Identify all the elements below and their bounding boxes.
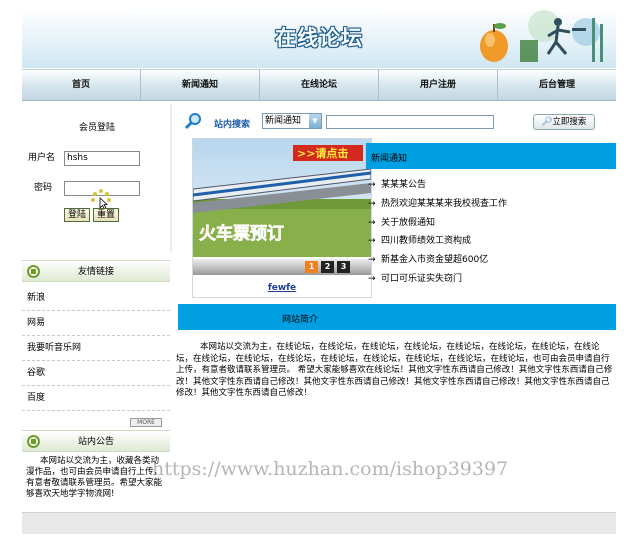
friend-links-title: 友情链接	[78, 267, 115, 277]
intro-text: 本网站以交流为主，在线论坛，在线论坛，在线论坛，在线论坛，在线论坛，在线论坛，在…	[176, 342, 613, 398]
arrow-right-icon: →	[368, 255, 376, 266]
friend-link-item[interactable]: 百度	[22, 386, 170, 411]
news-item[interactable]: → 热烈欢迎某某某来我校视查工作	[366, 195, 616, 214]
nav-forum[interactable]: 在线论坛	[260, 70, 379, 100]
login-buttons: 登陆 重置	[64, 208, 122, 222]
search-button[interactable]: 🔎︎立即搜索	[533, 114, 595, 130]
news-item[interactable]: → 关于放假通知	[366, 214, 616, 233]
news-item-title: 新基金入市资金望超600亿	[381, 255, 489, 266]
site-header: 在线论坛	[22, 8, 616, 68]
news-item[interactable]: → 可口可乐证实失窃门	[366, 270, 616, 289]
login-button[interactable]: 登陆	[64, 208, 91, 222]
news-item-title: 四川教师绩效工资构成	[381, 236, 472, 247]
arrow-right-icon: →	[368, 236, 376, 247]
news-item[interactable]: → 新基金入市资金望超600亿	[366, 251, 616, 270]
search-input[interactable]	[326, 115, 494, 129]
password-row: 密码	[28, 180, 140, 196]
slideshow-pager: 1 2 3	[193, 259, 371, 275]
friend-link-item[interactable]: 我要听音乐网	[22, 336, 170, 361]
news-panel: 新闻通知 → 某某某公告 → 热烈欢迎某某某来我校视查工作 → 关于放假通知 → 四川教…	[366, 138, 616, 298]
news-list: → 某某某公告 → 热烈欢迎某某某来我校视查工作 → 关于放假通知 → 四川教师绩效工资…	[366, 176, 616, 289]
announcement-title: 站内公告	[78, 437, 115, 447]
intro-header: 网站简介	[178, 304, 616, 330]
nav-register[interactable]: 用户注册	[379, 70, 498, 100]
nav-admin[interactable]: 后台管理	[498, 70, 616, 100]
search-label: 站内搜索	[214, 120, 251, 130]
username-row: 用户名	[28, 150, 140, 166]
site-footer	[22, 512, 616, 534]
loading-spinner-icon	[91, 189, 111, 210]
news-item[interactable]: → 四川教师绩效工资构成	[366, 232, 616, 251]
login-title: 会员登陆	[78, 123, 115, 133]
news-item-title: 关于放假通知	[381, 217, 436, 228]
arrow-right-icon: →	[368, 198, 376, 209]
arrow-right-icon: →	[368, 273, 376, 284]
main-nav: 首页 新闻通知 在线论坛 用户注册 后台管理	[22, 69, 616, 101]
watermark-text: https://www.huzhan.com/ishop39397	[152, 458, 509, 480]
search-category-select[interactable]: 新闻通知 ▼	[262, 113, 322, 129]
username-input[interactable]	[64, 150, 140, 166]
header-illustration	[480, 10, 603, 62]
pager-page-1[interactable]: 1	[305, 261, 318, 273]
news-title: 新闻通知	[371, 154, 408, 164]
news-item-title: 热烈欢迎某某某来我校视查工作	[381, 198, 508, 209]
banner-badge-text: >>请点击	[297, 146, 348, 160]
search-button-icon: 🔎︎	[541, 117, 553, 127]
banner-caption-link[interactable]: fewfe	[193, 283, 371, 293]
news-item-title: 某某某公告	[381, 180, 427, 190]
nav-home[interactable]: 首页	[22, 70, 141, 100]
magnifier-icon	[184, 113, 201, 130]
password-label: 密码	[34, 183, 53, 193]
search-button-label: 立即搜索	[552, 117, 587, 127]
notepad-icon	[27, 435, 40, 448]
username-label: 用户名	[28, 153, 56, 163]
notepad-icon	[27, 265, 40, 278]
news-item[interactable]: → 某某某公告	[366, 176, 616, 195]
nav-news[interactable]: 新闻通知	[141, 70, 260, 100]
pager-page-2[interactable]: 2	[321, 261, 334, 273]
friend-links-header: 友情链接	[22, 260, 170, 282]
pager-page-3[interactable]: 3	[337, 261, 350, 273]
left-sidebar: 会员登陆 用户名 密码 登陆重置 友情链接 新浪	[22, 104, 172, 508]
reset-button[interactable]: 重置	[93, 208, 120, 222]
page-container: 在线论坛 首页 新闻通知 在线论坛 用户注册 后台管理 会员登陆 用户名hshs…	[22, 8, 616, 534]
news-header: 新闻通知	[366, 143, 616, 169]
announcement-text: 本网站以交流为主，收藏各类动漫作品，也可由会员申请自行上传，有意者敬请联系管理员…	[26, 456, 163, 499]
announcement-header: 站内公告	[22, 430, 170, 452]
chevron-down-icon: ▼	[309, 114, 321, 128]
friend-links-list: 新浪 网易 我要听音乐网 谷歌 百度	[22, 286, 170, 411]
friend-link-item[interactable]: 网易	[22, 311, 170, 336]
search-category-value: 新闻通知	[265, 116, 302, 126]
news-item-title: 可口可乐证实失窃门	[381, 273, 463, 284]
friend-link-item[interactable]: 新浪	[22, 286, 170, 311]
intro-title: 网站简介	[282, 315, 319, 325]
banner-slideshow: >>请点击 火车票预订 1 2 3 fewfe	[192, 138, 372, 298]
more-links-button[interactable]: MORE	[130, 418, 162, 427]
arrow-right-icon: →	[368, 217, 376, 228]
banner-promo-text: 火车票预订	[199, 223, 284, 244]
banner-image[interactable]: >>请点击 火车票预订	[193, 139, 371, 257]
login-panel: 会员登陆 用户名 密码 登陆重置	[22, 104, 172, 252]
friend-link-item[interactable]: 谷歌	[22, 361, 170, 386]
arrow-right-icon: →	[368, 180, 376, 190]
search-bar: 站内搜索 新闻通知 ▼ 🔎︎立即搜索	[178, 104, 616, 140]
